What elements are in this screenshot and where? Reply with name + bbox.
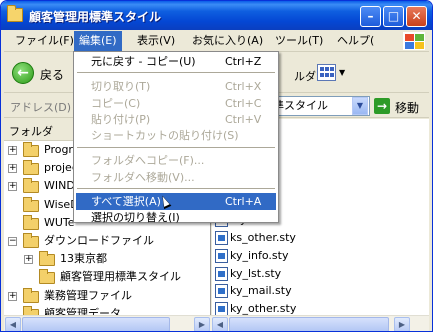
folder-icon (23, 160, 39, 176)
go-button[interactable]: 移動 (395, 99, 419, 116)
folder-icon (23, 142, 39, 157)
folder-icon (23, 233, 39, 248)
menu-separator (77, 147, 275, 148)
file-icon (215, 248, 228, 263)
back-label: 戻る (40, 68, 65, 82)
tree-item-label: ダウンロードファイル (44, 234, 154, 247)
file-icon (215, 231, 228, 245)
file-icon (215, 266, 228, 281)
scrollbar-thumb[interactable] (229, 317, 389, 331)
edit-menu-item: フォルダへ移動(V)... (76, 169, 276, 186)
views-dropdown-icon[interactable]: ▼ (339, 68, 345, 77)
menu-item-label: フォルダへコピー(F)... (91, 154, 205, 167)
folders-button[interactable]: ルダ (294, 68, 316, 84)
expand-icon[interactable]: + (8, 146, 17, 155)
scroll-right-icon[interactable]: ▶ (394, 317, 410, 331)
close-button[interactable]: ✕ (406, 6, 427, 27)
tree-item-label: 業務管理ファイル (44, 288, 132, 302)
views-icon[interactable] (317, 64, 336, 81)
menu-file[interactable]: ファイル(F) (10, 31, 79, 51)
minimize-button[interactable]: – (360, 6, 381, 27)
edit-menu-item: 切り取り(T) Ctrl+X (76, 78, 276, 95)
tree-item-label: 13東京都 (60, 252, 107, 266)
menu-item-label: 元に戻す - コピー(U) (91, 55, 196, 68)
menu-item-label: 切り取り(T) (91, 80, 151, 93)
menu-item-label: コピー(C) (91, 97, 141, 110)
menu-separator (77, 72, 275, 73)
expand-icon[interactable]: + (24, 255, 33, 265)
collapse-icon[interactable]: − (8, 237, 17, 246)
file-item-label: ky_mail.sty (230, 284, 292, 298)
edit-menu-item[interactable]: 元に戻す - コピー(U) Ctrl+Z (76, 53, 276, 70)
title-bar[interactable]: 顧客管理用標準スタイル – □ ✕ (1, 1, 432, 30)
edit-menu-item[interactable]: すべて選択(A) Ctrl+A (76, 193, 276, 210)
menu-item-label: ショートカットの貼り付け(S) (91, 129, 239, 142)
menu-item-label: フォルダへ移動(V)... (91, 171, 195, 184)
file-item-label: ks_other.sty (230, 231, 296, 244)
tree-item[interactable]: − ダウンロードファイル (4, 232, 211, 250)
menu-item-shortcut: Ctrl+V (225, 113, 262, 126)
scroll-right-icon[interactable]: ▶ (194, 317, 210, 331)
folder-panel-title: フォルダ (9, 125, 53, 138)
windows-logo-icon (403, 32, 425, 50)
scrollbar-thumb[interactable] (22, 317, 170, 331)
edit-menu-dropdown: 元に戻す - コピー(U) Ctrl+Z 切り取り(T) Ctrl+X コピー(C) Ct… (73, 51, 279, 226)
menu-item-label: 選択の切り替え(I) (91, 211, 180, 224)
address-label: アドレス(D) (10, 101, 72, 114)
go-arrow-icon[interactable]: → (374, 98, 390, 114)
scroll-left-icon[interactable]: ◀ (5, 317, 21, 331)
menu-favorites[interactable]: お気に入り(A) (187, 31, 268, 51)
menu-bar: ファイル(F) 編集(E) 表示(V) お気に入り(A) ツール(T) ヘルプ( (4, 31, 429, 52)
tree-item[interactable]: +13東京都 (4, 250, 211, 268)
file-item-label: ky_lst.sty (230, 266, 282, 280)
folder-icon (23, 214, 39, 230)
address-dropdown-icon[interactable]: ▼ (352, 97, 368, 115)
scroll-left-icon[interactable]: ◀ (212, 317, 228, 331)
file-item[interactable]: ks_other.sty (212, 230, 429, 246)
menu-item-shortcut: Ctrl+A (225, 195, 262, 208)
edit-menu-item: コピー(C) Ctrl+C (76, 95, 276, 112)
window-title: 顧客管理用標準スタイル (29, 10, 162, 24)
menu-help[interactable]: ヘルプ( (332, 31, 379, 51)
folder-icon (23, 287, 39, 303)
file-item[interactable]: ky_mail.sty (212, 283, 429, 299)
expand-icon[interactable]: + (8, 164, 17, 174)
folder-icon (7, 5, 23, 22)
menu-item-shortcut: Ctrl+C (225, 97, 262, 110)
menu-item-label: すべて選択(A) (91, 195, 161, 208)
tree-item-label: WUTe (44, 215, 75, 229)
edit-menu-item[interactable]: 選択の切り替え(I) (76, 209, 276, 226)
address-value: 準スタイル (273, 99, 328, 112)
folder-icon (39, 251, 55, 267)
file-icon (215, 284, 228, 299)
file-item[interactable]: ky_lst.sty (212, 266, 429, 282)
file-item[interactable]: ky_info.sty (212, 248, 429, 264)
expand-icon[interactable]: + (8, 291, 17, 301)
edit-menu-item: ショートカットの貼り付け(S) (76, 127, 276, 144)
tree-item[interactable]: + 業務管理ファイル (4, 287, 211, 305)
menu-tools[interactable]: ツール(T) (270, 31, 328, 51)
tree-item-label: 顧客管理用標準スタイル (60, 270, 181, 284)
menu-item-shortcut: Ctrl+X (225, 80, 262, 93)
menu-item-shortcut: Ctrl+Z (225, 55, 262, 68)
expand-icon[interactable]: + (8, 182, 17, 192)
menu-edit[interactable]: 編集(E) (74, 31, 122, 51)
menu-view[interactable]: 表示(V) (132, 31, 180, 51)
folder-icon (23, 196, 39, 212)
menu-item-label: 貼り付け(P) (91, 113, 151, 126)
tree-item[interactable]: 顧客管理用標準スタイル (4, 268, 211, 286)
edit-menu-item: 貼り付け(P) Ctrl+V (76, 111, 276, 128)
maximize-button[interactable]: □ (383, 6, 404, 27)
folder-icon (39, 269, 55, 285)
menu-separator (77, 188, 275, 189)
file-item-label: ky_info.sty (230, 248, 289, 262)
folder-icon (23, 178, 39, 194)
horizontal-scrollbar[interactable]: ◀ ▶ ◀ ▶ (4, 315, 429, 331)
edit-menu-item: フォルダへコピー(F)... (76, 152, 276, 169)
explorer-window: 顧客管理用標準スタイル – □ ✕ ファイル(F) 編集(E) 表示(V) お気… (0, 0, 433, 332)
back-arrow-icon: ← (12, 62, 34, 84)
back-button[interactable]: ← 戻る (10, 59, 70, 87)
